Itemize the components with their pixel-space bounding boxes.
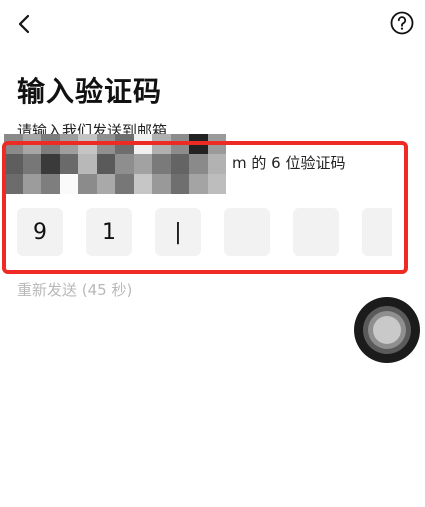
subtitle-suffix-text: m 的 6 位验证码: [232, 154, 346, 172]
chevron-left-icon: [18, 14, 30, 34]
code-digit-box-6[interactable]: [362, 208, 392, 256]
question-circle-icon: [390, 11, 414, 35]
floating-assistive-button[interactable]: [353, 296, 421, 364]
code-digit-box-3[interactable]: |: [155, 208, 201, 256]
resend-link[interactable]: 重新发送 (45 秒): [17, 279, 132, 301]
code-digit-box-4[interactable]: [224, 208, 270, 256]
page-title: 输入验证码: [17, 75, 163, 108]
redacted-email: [4, 134, 226, 194]
code-digit-box-1[interactable]: 9: [17, 208, 63, 256]
code-digit-box-5[interactable]: [293, 208, 339, 256]
back-button[interactable]: [10, 10, 38, 38]
assistive-touch-icon: [354, 297, 420, 363]
code-digit-box-2[interactable]: 1: [86, 208, 132, 256]
help-button[interactable]: [390, 11, 414, 35]
